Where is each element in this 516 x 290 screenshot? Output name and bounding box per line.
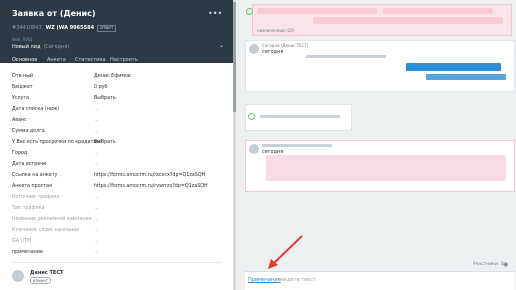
tab-stats[interactable]: Статистика [75, 57, 106, 63]
field-label: Сумма долга [12, 129, 45, 134]
avatar [249, 44, 259, 54]
contact-badge: клиент [30, 277, 51, 284]
field-value: https://forms.amocrm.ru/rxcvcx?dp=Q1zaSQ… [94, 173, 206, 178]
lead-stage[interactable]: Новый лид (Сегодня) [12, 44, 69, 50]
field-row[interactable]: Тип трафика... [12, 206, 222, 215]
contact-name[interactable]: Денис ТЕСТ [30, 270, 63, 276]
field-row[interactable]: Отв-ный Денис Ефимов [12, 74, 222, 83]
field-row[interactable]: Сумма долга... [12, 129, 222, 138]
blurred-text [313, 17, 503, 24]
lead-id-extra: WZ (WA 9965584 [45, 25, 95, 31]
field-row[interactable]: Источник трафика... [12, 195, 222, 204]
chevron-down-icon[interactable]: ⌄ [219, 42, 224, 49]
field-value: ... [94, 228, 99, 233]
eye-icon[interactable]: ◉ [503, 261, 508, 268]
message-text: сегодня [262, 49, 284, 55]
check-icon [248, 113, 255, 120]
field-value: ... [94, 107, 99, 112]
field-row[interactable]: Услуга Выбрать [12, 96, 222, 105]
blurred-text [257, 8, 377, 14]
field-label: Анкета простая [12, 184, 52, 189]
message-author: Сегодня (Денис ТЕСТ) [262, 43, 309, 48]
note-type-selector[interactable]: Примечание [248, 277, 281, 283]
red-arrow-annotation [268, 235, 303, 269]
field-row[interactable]: Название рекламной кампании... [12, 217, 222, 226]
lead-id: #34410843 [12, 25, 42, 31]
field-value: ... [94, 250, 99, 255]
field-row[interactable]: Дата списка (ниж)... [12, 107, 222, 116]
field-value: ... [94, 162, 99, 167]
feed-message: Сегодня (Денис ТЕСТ) сегодня [245, 40, 515, 92]
blurred-text [260, 115, 340, 118]
field-label: Дата встречи [12, 162, 47, 167]
more-dots-icon[interactable]: ••• [208, 9, 222, 18]
lead-card-panel: Заявка от (Денис) ••• #34410843 WZ (WA 99… [0, 0, 233, 290]
lead-header: Заявка от (Денис) ••• #34410843 WZ (WA 99… [0, 0, 233, 65]
stage-label: Новый лид [12, 44, 41, 50]
field-value: Денис Ефимов [94, 74, 131, 79]
feed-event: назначенные (20) [252, 4, 512, 36]
blurred-text [262, 144, 332, 147]
tab-main[interactable]: Основное [12, 57, 38, 65]
field-label: Ссылка на анкету [12, 173, 58, 178]
field-label: Название рекламной кампании [12, 217, 92, 222]
field-value: ... [94, 195, 99, 200]
field-value: https://forms.amocrm.ru/rvwrrzx?dp=Q1zaS… [94, 184, 208, 189]
field-label: Аванс [12, 118, 27, 123]
field-label: Отв-ный [12, 74, 34, 79]
field-value: ... [94, 118, 99, 123]
avatar [249, 144, 259, 154]
lead-title[interactable]: Заявка от (Денис) [12, 9, 96, 18]
field-value: ... [94, 217, 99, 222]
tab-bar: Основное Анкета Статистика Настроить [0, 56, 233, 65]
field-label: У Вас есть просрочки по кредитам? [12, 140, 103, 145]
feed-note [245, 104, 352, 131]
field-value: 0 руб [94, 85, 108, 90]
field-label: Бюджет [12, 85, 33, 90]
blurred-text [383, 8, 493, 14]
feed-message: сегодня [245, 140, 515, 192]
field-label: Тип трафика [12, 206, 45, 211]
field-row[interactable]: Ключевое слово кампании... [12, 228, 222, 237]
stage-date: (Сегодня) [43, 44, 70, 50]
field-row[interactable]: примечание... [12, 250, 222, 259]
field-label: Услуга [12, 96, 29, 101]
field-label: Город [12, 151, 28, 156]
participants-label[interactable]: Участники: 0 [473, 262, 504, 267]
event-caption: назначенные (20) [257, 28, 295, 33]
field-value: ... [94, 239, 99, 244]
field-row[interactable]: Бюджет 0 руб [12, 85, 222, 94]
blurred-text [266, 155, 506, 181]
field-value: Выбрать [94, 140, 116, 145]
field-label: Дата списка (ниж) [12, 107, 60, 112]
field-label: Ключевое слово кампании [12, 228, 80, 233]
field-row[interactable]: Аванс... [12, 118, 222, 127]
divider [12, 262, 222, 263]
check-icon [246, 8, 253, 15]
tab-settings[interactable]: Настроить [110, 57, 138, 63]
note-input[interactable]: введите текст [278, 277, 316, 283]
field-row[interactable]: У Вас есть просрочки по кредитам? Выбрать [12, 140, 222, 149]
field-value: Выбрать [94, 96, 116, 101]
field-row[interactable]: Город... [12, 151, 222, 160]
field-row[interactable]: Анкета простая https://forms.amocrm.ru/rv… [12, 184, 222, 193]
lead-id-row: #34410843 WZ (WA 9965584 ответ [12, 25, 117, 32]
blurred-link[interactable] [406, 63, 501, 71]
field-label: примечание [12, 250, 43, 255]
field-value: ... [94, 206, 99, 211]
field-row[interactable]: GA UTM... [12, 239, 222, 248]
field-label: Источник трафика [12, 195, 60, 200]
lead-subtitle: Веб ЛИД [12, 38, 33, 43]
blurred-text [306, 55, 386, 58]
avatar [12, 270, 24, 282]
note-composer[interactable]: Примечание введите текст [245, 271, 515, 290]
field-value: ... [94, 151, 99, 156]
field-row[interactable]: Ссылка на анкету https://forms.amocrm.ru/… [12, 173, 222, 182]
lead-tag[interactable]: ответ [97, 25, 117, 32]
field-value: ... [94, 129, 99, 134]
tab-survey[interactable]: Анкета [47, 57, 66, 63]
field-label: GA UTM [12, 239, 32, 244]
blurred-link[interactable] [426, 74, 506, 80]
field-row[interactable]: Дата встречи... [12, 162, 222, 171]
